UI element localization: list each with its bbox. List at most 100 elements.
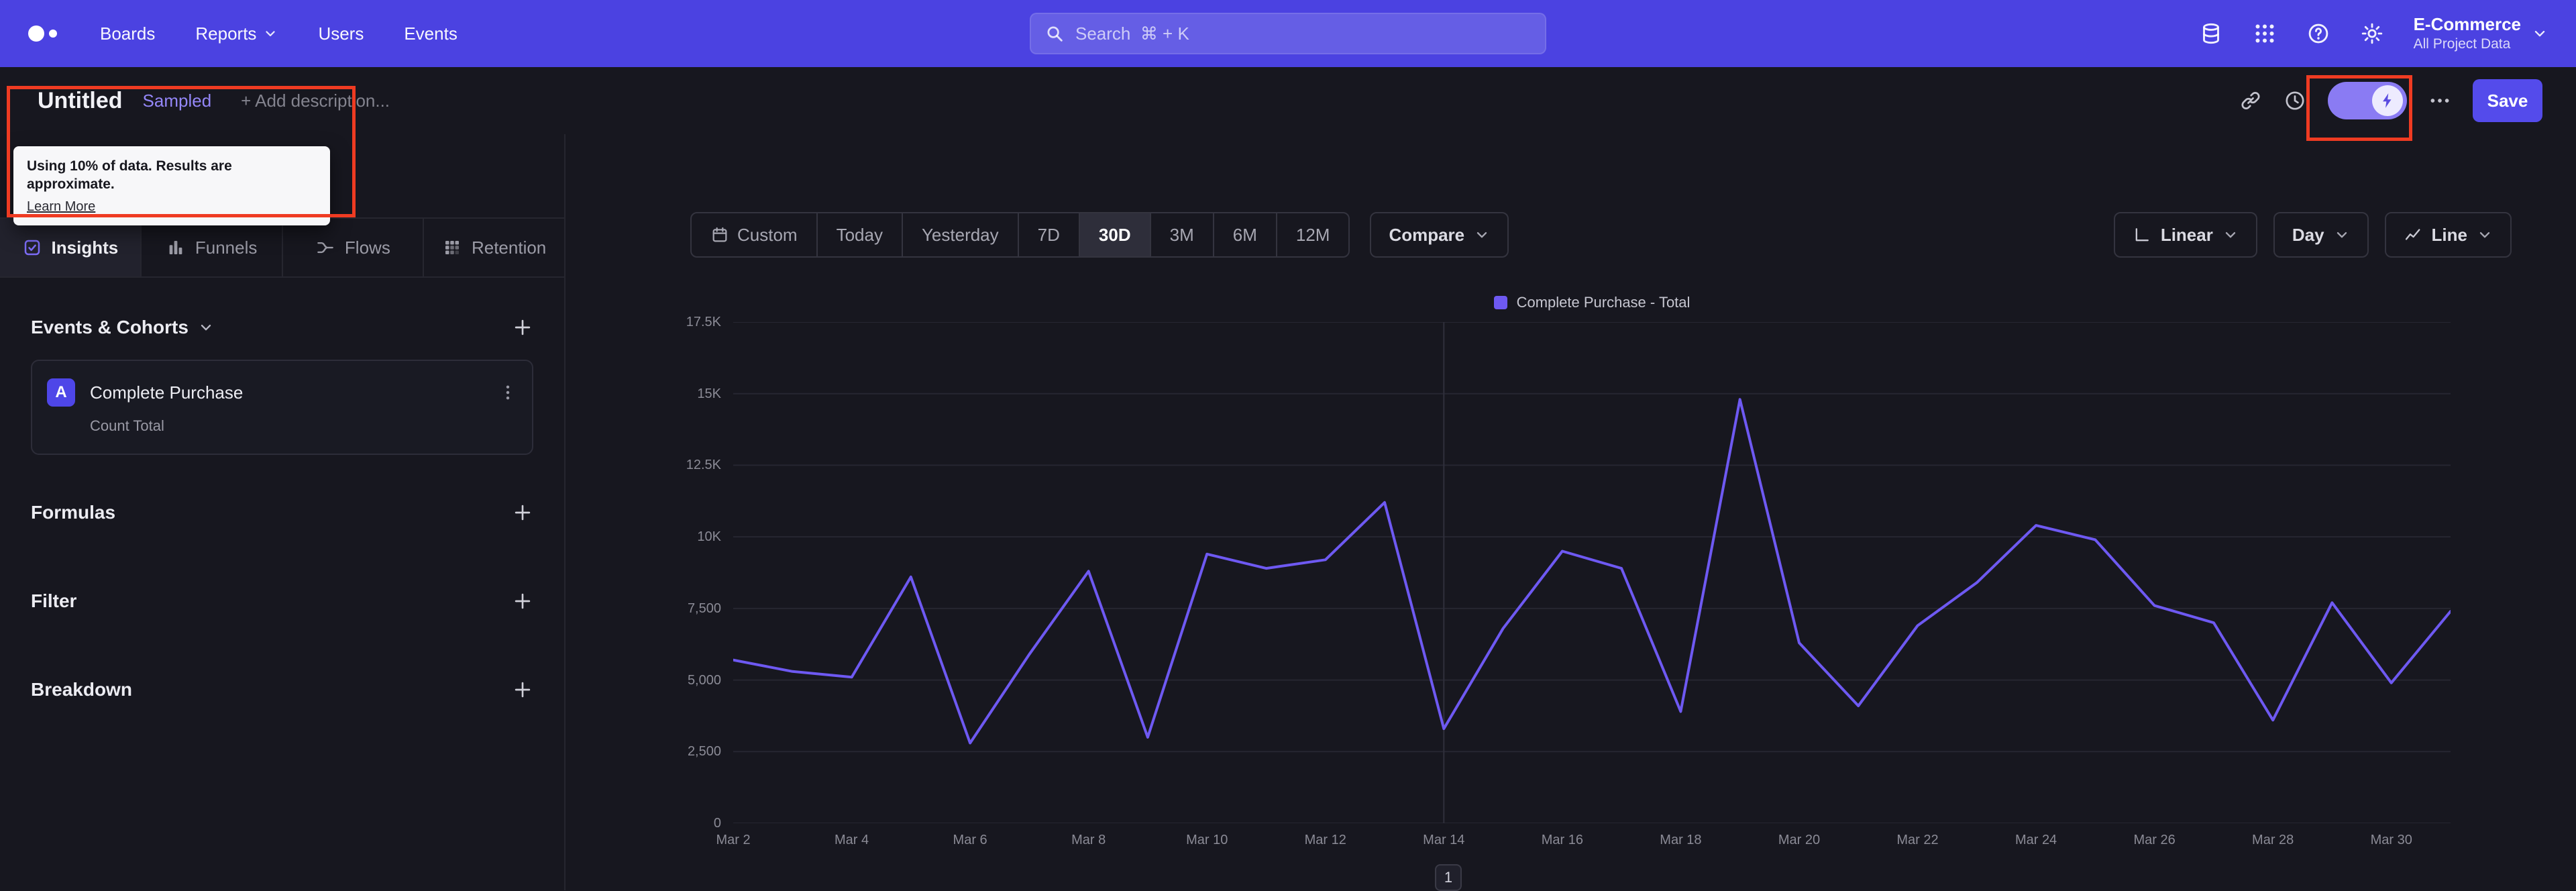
tab-label: Funnels [195,237,258,258]
x-tick-label: Mar 2 [716,833,751,847]
y-axis: 0 2,500 5,000 7,500 10K 12.5K 15K 17.5K [566,315,733,831]
x-tick-label: Mar 6 [953,833,987,847]
tab-funnels[interactable]: Funnels [142,219,283,276]
line-chart-plot[interactable] [733,322,2451,823]
date-7d-button[interactable]: 7D [1017,213,1079,256]
tab-insights[interactable]: Insights [0,219,142,276]
x-axis: Mar 2 Mar 4 Mar 6 Mar 8 Mar 10 Mar 12 Mar 14 Ma… [716,823,2451,853]
copy-link-icon[interactable] [2239,89,2262,112]
top-navigation-bar: Boards Reports Users Events E-Commerce A… [0,0,2576,67]
save-button[interactable]: Save [2473,79,2542,122]
date-button-label: Yesterday [921,224,999,245]
granularity-dropdown[interactable]: Day [2273,212,2369,258]
help-icon[interactable] [2306,21,2330,46]
date-yesterday-button[interactable]: Yesterday [901,213,1018,256]
y-tick-label: 12.5K [686,458,721,473]
add-breakdown-button[interactable] [512,679,533,700]
chevron-down-icon [2532,25,2548,42]
chart-panel: Custom Today Yesterday 7D 30D 3M 6M 12M … [566,134,2576,891]
date-12m-button[interactable]: 12M [1275,213,1349,256]
chevron-down-icon [198,319,214,335]
x-tick-label: Mar 4 [834,833,869,847]
compare-label: Compare [1389,224,1465,245]
formulas-header: Formulas [31,502,115,523]
settings-gear-icon[interactable] [2360,21,2384,46]
funnels-icon [166,238,186,258]
x-tick-label: Mar 12 [1304,833,1346,847]
formulas-section: Formulas [31,502,533,523]
y-tick-label: 17.5K [686,315,721,329]
apps-grid-icon[interactable] [2253,21,2277,46]
y-tick-label: 15K [697,386,721,401]
filter-label: Filter [31,590,77,611]
tab-label: Flows [344,237,390,258]
sampled-badge[interactable]: Sampled [143,91,212,111]
add-formula-button[interactable] [512,502,533,523]
date-today-button[interactable]: Today [816,213,902,256]
add-filter-button[interactable] [512,590,533,612]
event-options-icon[interactable] [498,383,517,402]
event-card-row: A Complete Purchase [47,378,517,407]
y-tick-label: 10K [697,529,721,545]
date-button-label: 6M [1232,224,1257,245]
project-scope: All Project Data [2413,36,2511,52]
add-event-button[interactable] [512,317,533,338]
add-description-field[interactable]: + Add description... [241,91,390,111]
events-cohorts-header[interactable]: Events & Cohorts [31,317,214,338]
event-name: Complete Purchase [90,382,244,403]
breakdown-header: Breakdown [31,679,132,700]
legend-swatch [1493,296,1507,309]
nav-item-boards[interactable]: Boards [100,23,155,44]
history-icon[interactable] [2284,89,2306,112]
date-3m-button[interactable]: 3M [1149,213,1213,256]
x-tick-label: Mar 30 [2370,833,2412,847]
x-tick-label: Mar 24 [2015,833,2057,847]
project-switcher[interactable]: E-Commerce All Project Data [2413,13,2548,52]
event-card[interactable]: A Complete Purchase Count Total [31,360,533,455]
tab-retention[interactable]: Retention [424,219,564,276]
global-search[interactable] [1030,13,1546,54]
lightning-bolt-icon [2379,92,2396,109]
date-6m-button[interactable]: 6M [1212,213,1276,256]
chart-view-controls: Linear Day Line [2113,212,2512,258]
nav-label: Reports [195,23,257,44]
compare-button[interactable]: Compare [1370,212,1509,258]
event-metric[interactable]: Count Total [90,417,517,435]
nav-item-events[interactable]: Events [404,23,458,44]
sampling-toggle[interactable] [2328,82,2407,119]
chart-area: 0 2,500 5,000 7,500 10K 12.5K 15K 17.5K [566,315,2576,831]
project-name: E-Commerce [2413,13,2521,34]
learn-more-link[interactable]: Learn More [27,199,95,215]
filter-header: Filter [31,590,76,612]
scale-dropdown[interactable]: Linear [2113,212,2257,258]
chart-type-dropdown[interactable]: Line [2384,212,2512,258]
nav-item-users[interactable]: Users [318,23,364,44]
line-chart-svg [733,322,2451,823]
page-indicator[interactable]: 1 [1435,864,1462,891]
breakdown-label: Breakdown [31,679,132,700]
nav-label: Users [318,23,364,44]
legend-label: Complete Purchase - Total [1516,294,1690,311]
date-custom-button[interactable]: Custom [692,213,816,256]
tab-flows[interactable]: Flows [283,219,425,276]
date-button-label: Today [836,224,883,245]
chevron-down-icon [1474,227,1490,243]
date-30d-button[interactable]: 30D [1078,213,1150,256]
tab-label: Insights [51,237,119,258]
report-title[interactable]: Untitled [38,88,123,114]
y-tick-label: 2,500 [687,744,721,759]
chart-controls: Custom Today Yesterday 7D 30D 3M 6M 12M … [690,212,2512,258]
more-options-icon[interactable] [2428,89,2451,112]
date-button-label: Custom [737,224,798,245]
flows-icon [315,238,335,258]
chevron-down-icon [2222,227,2239,243]
nav-item-reports[interactable]: Reports [195,23,278,44]
data-management-icon[interactable] [2199,21,2223,46]
sampling-toggle-knob [2372,85,2403,116]
mixpanel-logo-icon[interactable] [28,25,57,42]
formulas-label: Formulas [31,502,116,523]
breakdown-section: Breakdown [31,679,533,700]
x-tick-label: Mar 14 [1423,833,1465,847]
insights-icon [22,238,42,258]
search-input[interactable] [1075,23,1532,44]
